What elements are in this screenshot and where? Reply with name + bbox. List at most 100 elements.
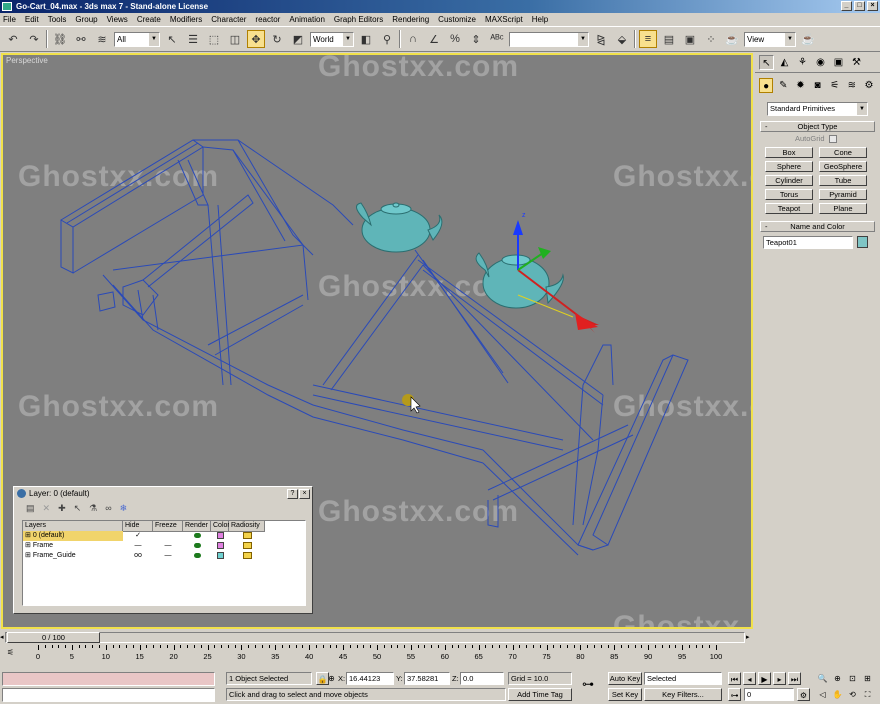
zoom-extents-all-icon[interactable]: ⊞ — [861, 672, 874, 685]
add-time-tag-button[interactable]: Add Time Tag — [508, 688, 572, 701]
motion-tab-icon[interactable]: ◉ — [813, 55, 828, 70]
create-layer-icon[interactable]: ▤ — [26, 503, 35, 514]
mini-curve-editor-icon[interactable]: ⚟ — [4, 646, 17, 659]
menu-file[interactable]: File — [3, 15, 16, 24]
menu-reactor[interactable]: reactor — [255, 15, 280, 24]
layer-dialog-title-bar[interactable]: Layer: 0 (default) ? × — [14, 487, 312, 500]
menu-maxscript[interactable]: MAXScript — [485, 15, 523, 24]
spacewarps-category-icon[interactable]: ≋ — [845, 78, 859, 93]
layer-hide[interactable]: — — [123, 541, 153, 551]
named-selection-dropdown[interactable] — [509, 31, 589, 47]
schematic-view-icon[interactable]: ▣ — [681, 30, 699, 48]
set-current-layer-icon[interactable]: ⚗ — [89, 503, 97, 514]
render-type-dropdown[interactable]: View — [744, 31, 796, 47]
layer-hide[interactable]: ✓ — [123, 531, 153, 541]
selection-filter-dropdown[interactable]: All — [114, 31, 160, 47]
lights-category-icon[interactable]: ✹ — [793, 78, 807, 93]
zoom-all-icon[interactable]: ⊕ — [831, 672, 844, 685]
layer-dialog-help-button[interactable]: ? — [287, 488, 298, 499]
material-editor-icon[interactable]: ⁘ — [702, 30, 720, 48]
layer-freeze[interactable]: — — [153, 551, 183, 561]
geosphere-button[interactable]: GeoSphere — [819, 161, 867, 172]
previous-frame-icon[interactable]: ◂ — [743, 672, 756, 685]
app-icon[interactable] — [2, 2, 12, 11]
field-of-view-icon[interactable]: ◁ — [816, 688, 829, 701]
time-slider-track[interactable] — [5, 632, 745, 643]
absolute-mode-icon[interactable]: ⊕ — [325, 672, 338, 685]
zoom-extents-icon[interactable]: ⊡ — [846, 672, 859, 685]
tube-button[interactable]: Tube — [819, 175, 867, 186]
cone-button[interactable]: Cone — [819, 147, 867, 158]
key-icon[interactable]: ⊶ — [582, 678, 594, 690]
pivot-center-icon[interactable]: ◧ — [357, 30, 375, 48]
play-icon[interactable]: ▶ — [758, 672, 771, 685]
layer-row[interactable]: ⊞ 0 (default) ✓ — [23, 531, 305, 541]
layer-name[interactable]: 0 (default) — [33, 532, 65, 539]
window-crossing-icon[interactable]: ◫ — [226, 30, 244, 48]
layer-hide[interactable]: oo — [123, 551, 153, 561]
menu-tools[interactable]: Tools — [48, 15, 67, 24]
z-coordinate-field[interactable]: 0.0 — [460, 672, 504, 685]
select-and-scale-icon[interactable]: ◩ — [289, 30, 307, 48]
render-scene-icon[interactable]: ☕ — [723, 30, 741, 48]
percent-snap-icon[interactable]: % — [446, 30, 464, 48]
primitive-category-dropdown[interactable]: Standard Primitives — [767, 102, 868, 116]
radiosity-icon[interactable] — [242, 551, 252, 559]
cylinder-button[interactable]: Cylinder — [765, 175, 813, 186]
unlink-icon[interactable]: ⚯ — [72, 30, 90, 48]
menu-rendering[interactable]: Rendering — [392, 15, 429, 24]
zoom-icon[interactable]: 🔍 — [816, 672, 829, 685]
key-filters-button[interactable]: Key Filters... — [644, 688, 722, 701]
object-color-swatch[interactable] — [857, 236, 868, 248]
layer-dialog-close-button[interactable]: × — [299, 488, 310, 499]
maximize-button[interactable]: □ — [854, 1, 865, 11]
menu-character[interactable]: Character — [211, 15, 246, 24]
plane-button[interactable]: Plane — [819, 203, 867, 214]
display-tab-icon[interactable]: ▣ — [831, 55, 846, 70]
hierarchy-tab-icon[interactable]: ⚘ — [795, 55, 810, 70]
layer-row[interactable]: ⊞ Frame_Guide oo — — [23, 551, 305, 561]
create-tab-icon[interactable]: ↖ — [759, 55, 774, 70]
expand-icon[interactable]: ⊞ — [25, 542, 33, 549]
layer-dialog[interactable]: Layer: 0 (default) ? × ▤ ✕ ✚ ↖ ⚗ ∞ ❄ Lay… — [13, 486, 313, 614]
menu-modifiers[interactable]: Modifiers — [170, 15, 202, 24]
select-and-move-icon[interactable]: ✥ — [247, 30, 265, 48]
quick-render-icon[interactable]: ☕ — [799, 30, 817, 48]
next-frame-icon[interactable]: ▸ — [773, 672, 786, 685]
select-by-name-icon[interactable]: ☰ — [184, 30, 202, 48]
x-coordinate-field[interactable]: 16.44123 — [346, 672, 394, 685]
geometry-category-icon[interactable]: ● — [759, 78, 774, 93]
auto-key-button[interactable]: Auto Key — [608, 672, 642, 685]
pyramid-button[interactable]: Pyramid — [819, 189, 867, 200]
key-mode-toggle-icon[interactable]: ⊶ — [728, 688, 741, 701]
undo-icon[interactable]: ↶ — [4, 30, 22, 48]
render-teapot-icon[interactable] — [193, 532, 201, 538]
menu-graph-editors[interactable]: Graph Editors — [334, 15, 383, 24]
go-to-end-icon[interactable]: ⏭ — [788, 672, 801, 685]
box-button[interactable]: Box — [765, 147, 813, 158]
name-and-color-rollout[interactable]: - Name and Color — [760, 221, 875, 232]
helpers-category-icon[interactable]: ⚟ — [828, 78, 842, 93]
curve-editor-icon[interactable]: ▤ — [660, 30, 678, 48]
track-bar[interactable]: ⚟ 0 5 10 15 20 25 30 35 40 45 50 55 60 65 70 75 80 85 90 95… — [0, 645, 752, 665]
rectangular-selection-icon[interactable]: ⬚ — [205, 30, 223, 48]
maxscript-output-field[interactable] — [2, 688, 215, 702]
mirror-icon[interactable]: ⧎ — [592, 30, 610, 48]
add-to-layer-icon[interactable]: ✚ — [58, 503, 66, 514]
select-and-manipulate-icon[interactable]: ⚲ — [378, 30, 396, 48]
spinner-snap-icon[interactable]: ⇕ — [467, 30, 485, 48]
pan-view-icon[interactable]: ✋ — [831, 688, 844, 701]
menu-customize[interactable]: Customize — [438, 15, 476, 24]
menu-animation[interactable]: Animation — [289, 15, 325, 24]
snaps-toggle-icon[interactable]: ∩ — [404, 30, 422, 48]
systems-category-icon[interactable]: ⚙ — [862, 78, 876, 93]
teapot-object[interactable] — [356, 202, 443, 253]
render-teapot-icon[interactable] — [193, 542, 201, 548]
freeze-layers-icon[interactable]: ❄ — [120, 503, 128, 514]
select-object-icon[interactable]: ↖ — [163, 30, 181, 48]
arc-rotate-icon[interactable]: ⟲ — [846, 688, 859, 701]
menu-views[interactable]: Views — [107, 15, 128, 24]
current-frame-field[interactable]: 0 — [744, 688, 794, 701]
redo-icon[interactable]: ↷ — [25, 30, 43, 48]
minimize-button[interactable]: _ — [841, 1, 852, 11]
